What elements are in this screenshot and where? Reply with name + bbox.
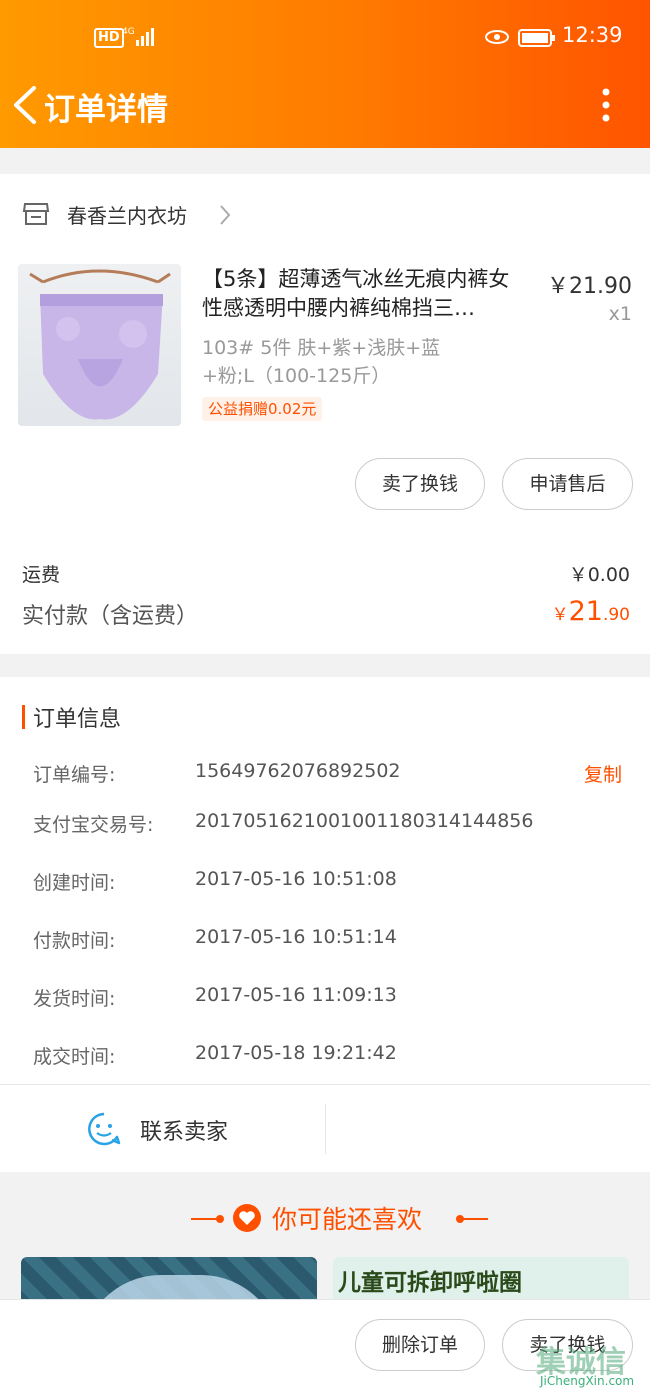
product-image[interactable] <box>18 264 181 426</box>
recommend-title: 你可能还喜欢 <box>272 1205 423 1234</box>
hd-badge: HD <box>94 28 124 48</box>
decor-dot <box>216 1215 224 1223</box>
info-row-created: 创建时间: 2017-05-16 10:51:08 <box>33 868 633 898</box>
shop-row[interactable]: 春香兰内衣坊 <box>22 196 322 232</box>
info-value: 2017-05-18 19:21:42 <box>195 1042 397 1064</box>
paid-value: ￥21.90 <box>500 596 630 627</box>
delete-order-button[interactable]: 删除订单 <box>355 1319 485 1371</box>
signal-label: 4G <box>122 27 135 37</box>
section-accent-bar <box>22 705 25 729</box>
shipping-value: ￥0.00 <box>568 564 630 586</box>
info-row-shipped: 发货时间: 2017-05-16 11:09:13 <box>33 984 633 1014</box>
chat-smile-icon[interactable] <box>86 1111 122 1147</box>
watermark-text: JiChengXin.com <box>540 1374 635 1388</box>
paid-currency: ￥ <box>551 605 569 625</box>
product-quantity: x1 <box>608 303 632 325</box>
product-price: ￥21.90 <box>547 274 632 299</box>
copy-button[interactable]: 复制 <box>584 760 622 787</box>
info-row-order-number: 订单编号: 15649762076892502 <box>33 760 633 790</box>
paid-label: 实付款（含运费） <box>22 604 199 629</box>
charity-badge: 公益捐赠0.02元 <box>202 397 323 421</box>
store-icon <box>22 203 50 225</box>
order-info-card <box>0 677 650 1172</box>
after-sale-button[interactable]: 申请售后 <box>502 458 633 510</box>
contact-seller-button[interactable]: 联系卖家 <box>140 1114 228 1146</box>
top-bar: HD 4G 12:39 订单详情 <box>0 0 650 148</box>
battery-icon <box>518 29 555 47</box>
paid-integer: 21 <box>568 596 603 627</box>
clock: 12:39 <box>562 23 623 47</box>
product-photo-icon <box>29 269 171 420</box>
product-sku: 103# 5件 肤+紫+浅肤+蓝+粉;L（100-125斤） <box>202 337 441 387</box>
divider <box>325 1104 326 1154</box>
product-title[interactable]: 【5条】超薄透气冰丝无痕内裤女性感透明中腰内裤纯棉挡三… <box>202 265 528 323</box>
order-info-title: 订单信息 <box>33 707 122 732</box>
sell-button[interactable]: 卖了换钱 <box>355 458 485 510</box>
info-key: 成交时间: <box>33 1046 116 1068</box>
heart-icon <box>233 1204 261 1232</box>
info-row-paid: 付款时间: 2017-05-16 10:51:14 <box>33 926 633 956</box>
info-value: 2017051621001001180314144856 <box>195 810 534 832</box>
back-arrow-icon[interactable] <box>10 86 40 124</box>
info-key: 付款时间: <box>33 930 116 952</box>
paid-decimal: .90 <box>602 605 630 625</box>
decor-line <box>458 1218 488 1220</box>
chevron-right-icon <box>220 205 231 225</box>
recommend-header: 你可能还喜欢 <box>0 1198 650 1238</box>
info-value: 2017-05-16 11:09:13 <box>195 984 397 1006</box>
info-key: 发货时间: <box>33 988 116 1010</box>
page-title: 订单详情 <box>44 92 168 128</box>
info-key: 支付宝交易号: <box>33 814 154 836</box>
status-bar: HD 4G 12:39 <box>0 0 650 76</box>
shop-name: 春香兰内衣坊 <box>67 204 187 228</box>
info-key: 创建时间: <box>33 872 116 894</box>
signal-icon: 4G <box>122 27 154 46</box>
info-row-completed: 成交时间: 2017-05-18 19:21:42 <box>33 1042 633 1072</box>
eye-comfort-icon <box>485 30 509 44</box>
info-value: 2017-05-16 10:51:08 <box>195 868 397 890</box>
more-menu-icon[interactable] <box>596 86 616 126</box>
info-value: 15649762076892502 <box>195 760 401 782</box>
divider <box>0 1084 650 1085</box>
shipping-label: 运费 <box>22 564 61 586</box>
info-value: 2017-05-16 10:51:14 <box>195 926 397 948</box>
info-key: 订单编号: <box>33 764 116 786</box>
recommend-item-text: 儿童可拆卸呼啦圈 <box>338 1269 522 1296</box>
info-row-alipay-trade: 支付宝交易号: 2017051621001001180314144856 <box>33 810 633 840</box>
